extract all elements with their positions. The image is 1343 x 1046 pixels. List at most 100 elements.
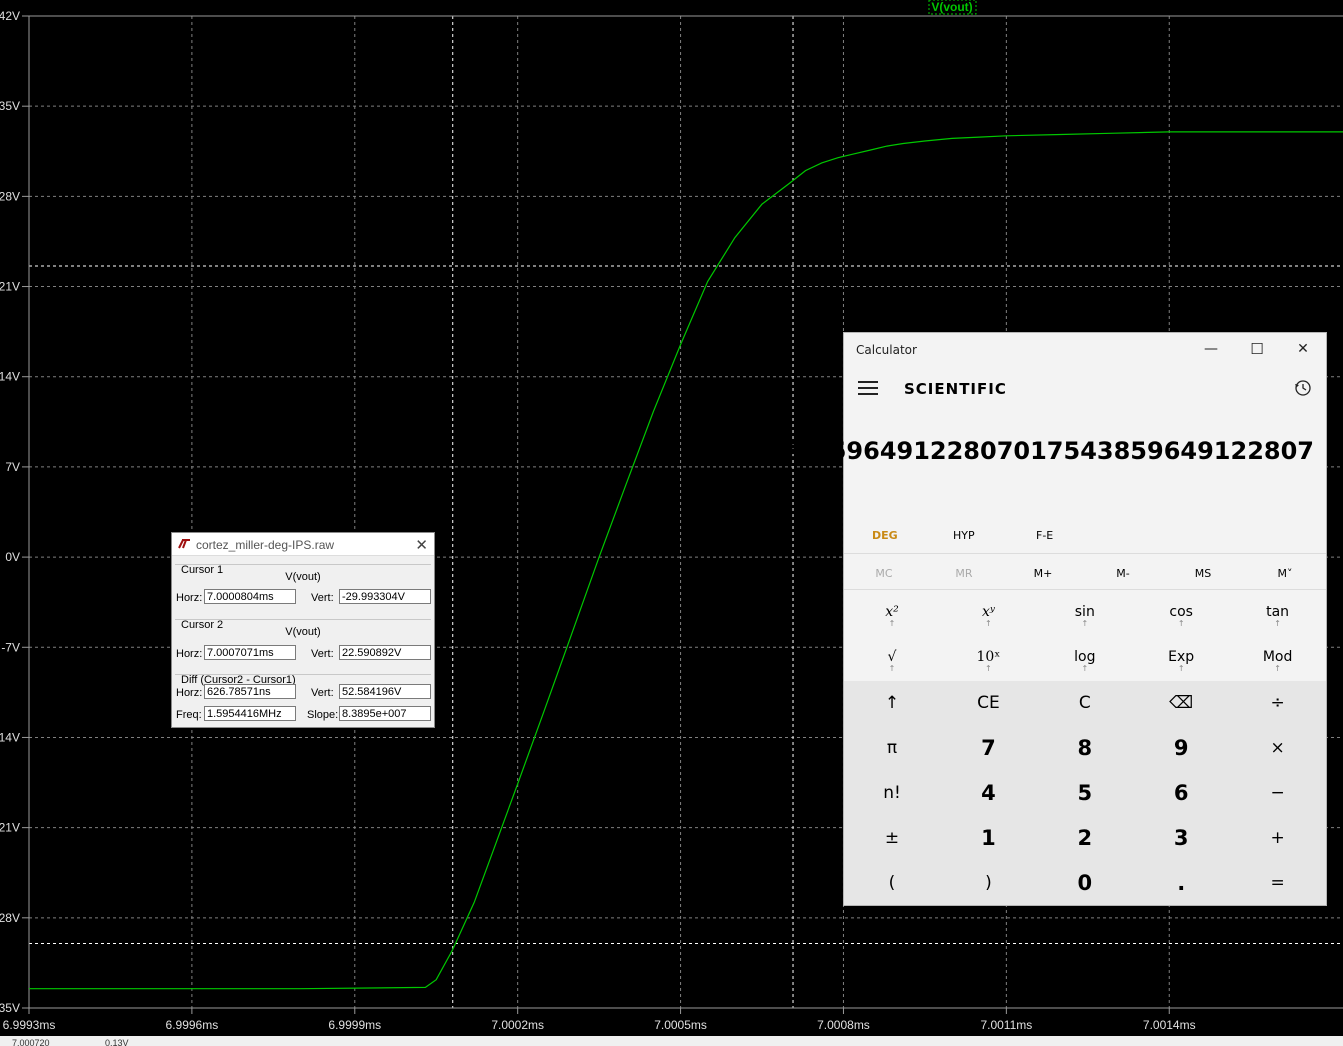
mr-button[interactable]: MR [924,567,1004,580]
calculator-window[interactable]: Calculator — ☐ ✕ SCIENTIFIC 83.859649122… [771,332,1327,906]
status-bar: 7.000720 0.13V [0,1036,1343,1046]
minimize-icon[interactable]: — [1191,338,1231,360]
shift-arrow-icon: ↑ [1081,664,1089,673]
plus-button[interactable]: + [1230,816,1326,861]
y-tick-label: 28V [0,189,20,203]
ms-button[interactable]: MS [1163,567,1243,580]
shift-arrow-icon: ↑ [1274,619,1281,628]
hamburger-menu-icon[interactable] [858,381,878,395]
equals-button[interactable]: = [1230,861,1326,906]
fe-button[interactable]: F-E [1036,529,1053,542]
close-icon[interactable]: ✕ [415,536,428,554]
factorial-button[interactable]: n! [844,771,940,816]
cursor-dialog-title: cortez_miller-deg-IPS.raw [196,538,335,552]
digit-2-button[interactable]: 2 [1037,816,1133,861]
shift-arrow-icon: ↑ [888,619,896,628]
mc-button[interactable]: MC [844,567,924,580]
keypad: ↑ CE C ⌫ ÷ π 7 8 9 × n! 4 5 6− ±1 2 3 + () 0. = [844,681,1326,905]
x-tick-label: 7.0014ms [1143,1018,1196,1032]
diff-horz-field[interactable]: 626.78571ns [204,684,296,699]
digit-3-button[interactable]: 3 [1133,816,1229,861]
trace-label[interactable]: V(vout) [931,0,972,14]
cursor2-vert-label: Vert: [311,648,334,660]
diff-vert-field[interactable]: 52.584196V [339,684,431,699]
cursor-dialog-titlebar[interactable]: cortez_miller-deg-IPS.raw ✕ [172,533,434,556]
m-plus-button[interactable]: M+ [1003,567,1083,580]
fn-label: xʸ [981,604,995,620]
sqrt-button[interactable]: √ ↑ [844,639,940,683]
cursor1-group: Cursor 1 V(vout) Horz: 7.0000804ms Vert:… [175,564,431,619]
ten-power-button[interactable]: 10ˣ ↑ [940,639,1036,683]
x-tick-label: 7.0011ms [980,1018,1032,1032]
sin-button[interactable]: sin ↑ [1037,594,1133,638]
maximize-icon[interactable]: ☐ [1237,338,1277,360]
y-tick-label: 0V [5,550,20,564]
digit-1-button[interactable]: 1 [940,816,1036,861]
fn-label: sin [1074,604,1095,620]
y-tick-label: -14V [0,730,20,744]
shift-button[interactable]: ↑ [844,681,940,726]
y-tick-label: 42V [0,9,20,23]
backspace-button[interactable]: ⌫ [1133,681,1229,726]
history-icon[interactable] [1294,379,1312,397]
diff-horz-label: Horz: [176,687,203,699]
diff-freq-label: Freq: [176,709,202,721]
shift-arrow-icon: ↑ [1177,664,1185,673]
ce-button[interactable]: CE [940,681,1036,726]
m-minus-button[interactable]: M- [1083,567,1163,580]
fn-label: Mod [1262,649,1293,665]
diff-slope-field[interactable]: 8.3895e+007 [339,706,431,721]
minus-button[interactable]: − [1230,771,1326,816]
x-tick-label: 6.9999ms [328,1018,381,1032]
digit-8-button[interactable]: 8 [1037,726,1133,771]
shift-arrow-icon: ↑ [1081,619,1089,628]
pi-button[interactable]: π [844,726,940,771]
y-tick-label: -21V [0,821,20,835]
y-tick-label: -28V [0,911,20,925]
tan-button[interactable]: tan ↑ [1230,594,1326,638]
calculator-title: Calculator [856,343,917,357]
x-tick-label: 7.0005ms [654,1018,707,1032]
digit-6-button[interactable]: 6 [1133,771,1229,816]
digit-0-button[interactable]: 0 [1037,861,1133,906]
x-tick-label: 6.9996ms [166,1018,219,1032]
fn-label: 10ˣ [976,649,1001,665]
shift-arrow-icon: ↑ [888,664,896,673]
square-button[interactable]: x² ↑ [844,594,940,638]
negate-button[interactable]: ± [844,816,940,861]
deg-button[interactable]: DEG [872,529,898,542]
cursor2-horz-label: Horz: [176,648,203,660]
memory-dropdown-button[interactable]: M˅ [1245,567,1325,580]
digit-9-button[interactable]: 9 [1133,726,1229,771]
decimal-button[interactable]: . [1133,861,1229,906]
clear-button[interactable]: C [1037,681,1133,726]
cursor2-horz-field[interactable]: 7.0007071ms [204,645,296,660]
calculator-mode: SCIENTIFIC [904,380,1007,398]
digit-7-button[interactable]: 7 [940,726,1036,771]
open-paren-button[interactable]: ( [844,861,940,906]
close-paren-button[interactable]: ) [940,861,1036,906]
exp-button[interactable]: Exp ↑ [1133,639,1229,683]
hyp-button[interactable]: HYP [953,529,975,542]
shift-arrow-icon: ↑ [1177,619,1185,628]
diff-freq-field[interactable]: 1.5954416MHz [204,706,296,721]
divide-button[interactable]: ÷ [1230,681,1326,726]
fn-label: cos [1169,604,1193,620]
cursor1-vert-field[interactable]: -29.993304V [339,589,431,604]
mod-button[interactable]: Mod ↑ [1230,639,1326,683]
cursor2-vert-field[interactable]: 22.590892V [339,645,431,660]
fn-label: Exp [1168,649,1195,665]
diff-vert-label: Vert: [311,687,334,699]
multiply-button[interactable]: × [1230,726,1326,771]
cursor-dialog[interactable]: cortez_miller-deg-IPS.raw ✕ Cursor 1 V(v… [171,532,435,728]
cos-button[interactable]: cos ↑ [1133,594,1229,638]
power-button[interactable]: xʸ ↑ [940,594,1036,638]
log-button[interactable]: log ↑ [1037,639,1133,683]
cursor1-horz-field[interactable]: 7.0000804ms [204,589,296,604]
digit-5-button[interactable]: 5 [1037,771,1133,816]
fn-label: x² [885,604,899,620]
close-icon[interactable]: ✕ [1283,338,1323,360]
shift-arrow-icon: ↑ [985,619,992,628]
digit-4-button[interactable]: 4 [940,771,1036,816]
y-tick-label: -35V [0,1001,20,1015]
